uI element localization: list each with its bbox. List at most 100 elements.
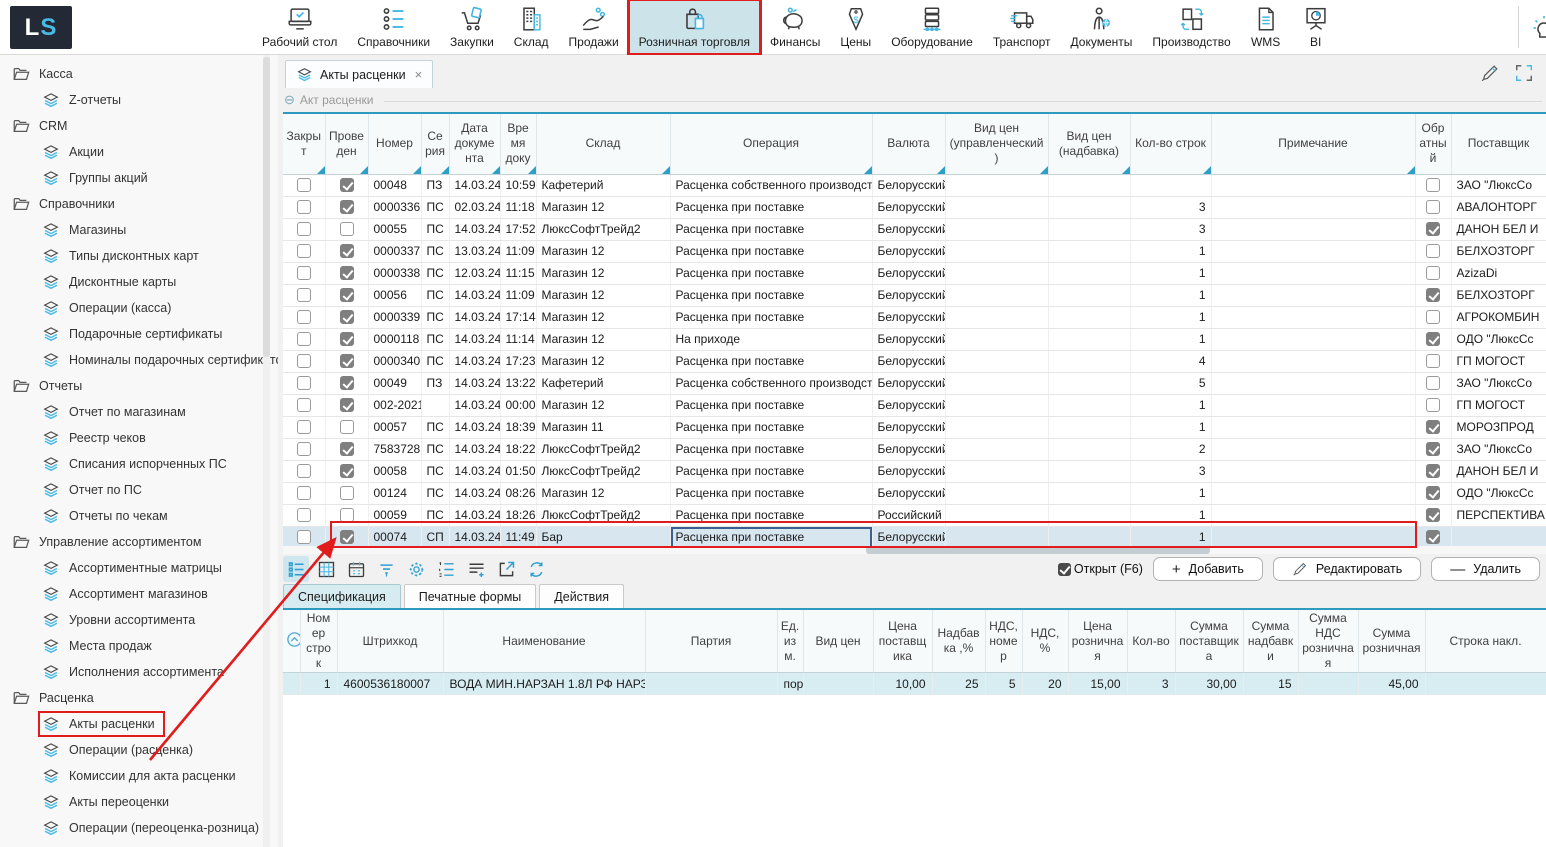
cell-note[interactable] bbox=[1211, 240, 1415, 262]
checkbox-unchecked-icon[interactable] bbox=[340, 222, 354, 236]
horizontal-scrollbar[interactable] bbox=[283, 546, 1546, 554]
open-f6-checkbox[interactable]: Открыт (F6) bbox=[1058, 562, 1143, 576]
checkbox-checked-icon[interactable] bbox=[340, 200, 354, 214]
cell-number[interactable]: 002-20210 bbox=[368, 394, 421, 416]
cell-closed[interactable] bbox=[283, 262, 325, 284]
checkbox-checked-icon[interactable] bbox=[340, 530, 354, 544]
detail-tab-1[interactable]: Спецификация bbox=[283, 584, 401, 608]
cell-number[interactable]: 00057 bbox=[368, 416, 421, 438]
cell-price_type_markup[interactable] bbox=[1048, 196, 1130, 218]
cell-operation[interactable]: Расценка при поставке bbox=[670, 460, 872, 482]
cell-date[interactable]: 14.03.24 bbox=[449, 416, 500, 438]
cell-reverse[interactable] bbox=[1415, 328, 1451, 350]
cell-posted[interactable] bbox=[325, 240, 368, 262]
checkbox-checked-icon[interactable] bbox=[340, 178, 354, 192]
column-header[interactable]: Номер строк bbox=[300, 610, 337, 673]
toolbar-item-warehouse[interactable]: Склад bbox=[504, 0, 559, 54]
cell-operation[interactable]: На приходе bbox=[670, 328, 872, 350]
cell-note[interactable] bbox=[1211, 460, 1415, 482]
tree-item[interactable]: Номиналы подарочных сертификатов bbox=[0, 347, 260, 373]
cell-time[interactable]: 18:22 bbox=[500, 438, 536, 460]
cell-supplier[interactable]: БЕЛХОЗТОРГ bbox=[1451, 284, 1546, 306]
cell-reverse[interactable] bbox=[1415, 196, 1451, 218]
spec-cell[interactable]: 5 bbox=[985, 673, 1022, 695]
checkbox-unchecked-icon[interactable] bbox=[297, 200, 311, 214]
tree-item[interactable]: Ассортиментные матрицы bbox=[0, 555, 260, 581]
tab-akty-rascenki[interactable]: Акты расценки × bbox=[285, 60, 433, 88]
table-row[interactable]: 00049ПЗ14.03.2413:22КафетерийРасценка со… bbox=[283, 372, 1546, 394]
column-header[interactable]: Строка накл. bbox=[1425, 610, 1546, 673]
view-button-refresh[interactable] bbox=[523, 556, 549, 582]
checkbox-checked-icon[interactable] bbox=[340, 464, 354, 478]
column-header[interactable]: Вид цен (надбавка) bbox=[1048, 114, 1130, 174]
tree-item[interactable]: Акты переоценки bbox=[0, 789, 260, 815]
cell-posted[interactable] bbox=[325, 196, 368, 218]
checkbox-unchecked-icon[interactable] bbox=[297, 178, 311, 192]
cell-series[interactable]: ПС bbox=[421, 306, 449, 328]
view-button-calendar[interactable] bbox=[343, 556, 369, 582]
column-header[interactable]: Кол-во bbox=[1127, 610, 1175, 673]
column-header[interactable]: Проведен bbox=[325, 114, 368, 174]
edit-pencil-icon[interactable] bbox=[1480, 63, 1500, 83]
checkbox-checked-icon[interactable] bbox=[1426, 442, 1440, 456]
cell-supplier[interactable]: AzizaDi bbox=[1451, 262, 1546, 284]
sidebar-scrollbar-thumb[interactable] bbox=[263, 57, 270, 357]
column-header[interactable]: Обратный bbox=[1415, 114, 1451, 174]
spec-cell[interactable] bbox=[1425, 673, 1546, 695]
cell-posted[interactable] bbox=[325, 284, 368, 306]
toolbar-item-finance[interactable]: Финансы bbox=[760, 0, 830, 54]
cell-lines[interactable] bbox=[1130, 174, 1211, 196]
cell-price_type_mgmt[interactable] bbox=[945, 174, 1048, 196]
cell-warehouse[interactable]: Магазин 12 bbox=[536, 284, 670, 306]
toolbar-item-catalog[interactable]: Справочники bbox=[347, 0, 440, 54]
column-header[interactable]: Вид цен (управленческий) bbox=[945, 114, 1048, 174]
table-row[interactable]: 0000338ПС12.03.2411:15Магазин 12Расценка… bbox=[283, 262, 1546, 284]
cell-lines[interactable]: 3 bbox=[1130, 460, 1211, 482]
tree-item[interactable]: Z-отчеты bbox=[0, 87, 260, 113]
cell-date[interactable]: 14.03.24 bbox=[449, 504, 500, 526]
view-button-table-grid[interactable] bbox=[313, 556, 339, 582]
cell-price_type_mgmt[interactable] bbox=[945, 416, 1048, 438]
cell-expand[interactable] bbox=[283, 673, 300, 695]
cell-posted[interactable] bbox=[325, 306, 368, 328]
cell-closed[interactable] bbox=[283, 438, 325, 460]
column-header[interactable]: Серия bbox=[421, 114, 449, 174]
horizontal-scrollbar-thumb[interactable] bbox=[866, 546, 1210, 554]
table-row[interactable]: 0000336ПС02.03.2411:18Магазин 12Расценка… bbox=[283, 196, 1546, 218]
spec-row[interactable]: 14600536180007ВОДА МИН.НАРЗАН 1.8Л РФ НА… bbox=[283, 673, 1546, 695]
column-header[interactable]: НДС, % bbox=[1022, 610, 1068, 673]
tree-item[interactable]: Операции (касса) bbox=[0, 295, 260, 321]
cell-price_type_markup[interactable] bbox=[1048, 174, 1130, 196]
cell-currency[interactable]: Белорусский bbox=[872, 240, 945, 262]
cell-time[interactable]: 18:39 bbox=[500, 416, 536, 438]
cell-note[interactable] bbox=[1211, 196, 1415, 218]
table-row[interactable]: 0000340ПС14.03.2417:23Магазин 12Расценка… bbox=[283, 350, 1546, 372]
toolbar-item-documents[interactable]: Документы bbox=[1061, 0, 1143, 54]
tree-item[interactable]: Места продаж bbox=[0, 633, 260, 659]
cell-operation[interactable]: Расценка при поставке bbox=[670, 482, 872, 504]
cell-lines[interactable]: 3 bbox=[1130, 196, 1211, 218]
cell-price_type_markup[interactable] bbox=[1048, 350, 1130, 372]
cell-warehouse[interactable]: Магазин 12 bbox=[536, 306, 670, 328]
cell-currency[interactable]: Белорусский bbox=[872, 174, 945, 196]
column-header[interactable]: Вид цен bbox=[803, 610, 873, 673]
cell-date[interactable]: 14.03.24 bbox=[449, 284, 500, 306]
tree-item[interactable]: Типы дисконтных карт bbox=[0, 243, 260, 269]
cell-supplier[interactable]: ЗАО "ЛюксСо bbox=[1451, 438, 1546, 460]
cell-currency[interactable]: Белорусский bbox=[872, 350, 945, 372]
column-header[interactable]: Поставщик bbox=[1451, 114, 1546, 174]
cell-price_type_mgmt[interactable] bbox=[945, 328, 1048, 350]
tree-item[interactable]: Дисконтные карты bbox=[0, 269, 260, 295]
cell-reverse[interactable] bbox=[1415, 526, 1451, 548]
cell-closed[interactable] bbox=[283, 504, 325, 526]
cell-closed[interactable] bbox=[283, 460, 325, 482]
cell-posted[interactable] bbox=[325, 174, 368, 196]
tree-item[interactable]: Операции (переоценка-розница) bbox=[0, 815, 260, 841]
tree-item[interactable]: Магазины bbox=[0, 217, 260, 243]
checkbox-checked-icon[interactable] bbox=[340, 376, 354, 390]
cell-currency[interactable]: Белорусский bbox=[872, 460, 945, 482]
table-row[interactable]: 00055ПС14.03.2417:52ЛюксСофтТрейд2Расцен… bbox=[283, 218, 1546, 240]
cell-number[interactable]: 0000336 bbox=[368, 196, 421, 218]
spec-cell[interactable]: ВОДА МИН.НАРЗАН 1.8Л РФ НАРЗА bbox=[443, 673, 645, 695]
checkbox-checked-icon[interactable] bbox=[1426, 222, 1440, 236]
